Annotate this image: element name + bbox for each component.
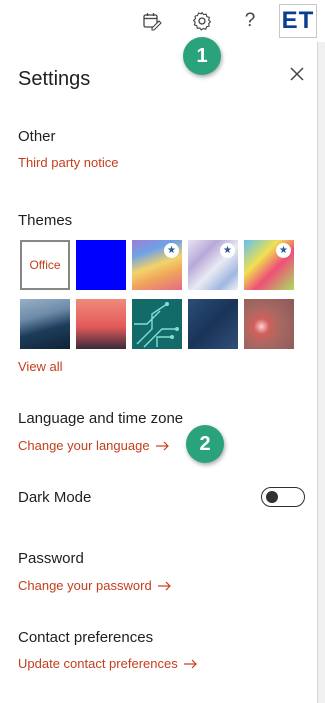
- theme-tile-office[interactable]: Office: [20, 240, 70, 290]
- top-bar: ? ET: [0, 0, 325, 42]
- callout-badge-2: 2: [186, 425, 224, 463]
- premium-star-icon: ★: [276, 243, 291, 258]
- avatar[interactable]: ET: [279, 4, 317, 38]
- circuit-pattern: [134, 302, 179, 348]
- panel-edge: [318, 42, 325, 703]
- theme-tile-circuit[interactable]: [132, 299, 182, 349]
- change-password-link[interactable]: Change your password: [18, 578, 172, 593]
- section-contact-heading: Contact preferences: [18, 629, 154, 646]
- help-icon[interactable]: ?: [238, 9, 262, 33]
- premium-star-icon: ★: [220, 243, 235, 258]
- theme-tile-unicorn[interactable]: ★: [244, 240, 294, 290]
- change-language-label: Change your language: [18, 438, 150, 453]
- third-party-notice-label: Third party notice: [18, 155, 119, 170]
- theme-tile-mountain[interactable]: [20, 299, 70, 349]
- callout-badge-1: 1: [183, 37, 221, 75]
- arrow-right-icon: [183, 659, 197, 668]
- premium-star-icon: ★: [164, 243, 179, 258]
- third-party-notice-link[interactable]: Third party notice: [18, 155, 118, 170]
- arrow-right-icon: [155, 441, 169, 450]
- theme-tile-rainbow[interactable]: ★: [132, 240, 182, 290]
- view-all-label: View all: [18, 359, 63, 374]
- dark-mode-label: Dark Mode: [18, 489, 92, 506]
- change-language-link[interactable]: Change your language: [18, 438, 170, 453]
- calendar-edit-icon[interactable]: [140, 9, 164, 33]
- theme-tile-bokeh[interactable]: [244, 299, 294, 349]
- theme-office-label: Office: [29, 258, 61, 272]
- update-contact-preferences-link[interactable]: Update contact preferences: [18, 656, 198, 671]
- dark-mode-toggle[interactable]: [261, 487, 305, 507]
- theme-tile-palms[interactable]: [76, 299, 126, 349]
- section-password-heading: Password: [18, 550, 84, 567]
- theme-tile-navy[interactable]: [188, 299, 238, 349]
- view-all-themes-link[interactable]: View all: [18, 359, 63, 374]
- page-title: Settings: [18, 68, 91, 90]
- theme-tile-lavender[interactable]: ★: [188, 240, 238, 290]
- close-icon[interactable]: [287, 64, 307, 84]
- change-password-label: Change your password: [18, 578, 152, 593]
- section-themes-heading: Themes: [18, 212, 73, 229]
- gear-icon[interactable]: [190, 9, 214, 33]
- section-language-heading: Language and time zone: [18, 410, 184, 427]
- arrow-right-icon: [157, 581, 171, 590]
- update-contact-label: Update contact preferences: [18, 656, 178, 671]
- toggle-knob: [266, 491, 278, 503]
- section-other-heading: Other: [18, 128, 56, 145]
- theme-tile-blue[interactable]: [76, 240, 126, 290]
